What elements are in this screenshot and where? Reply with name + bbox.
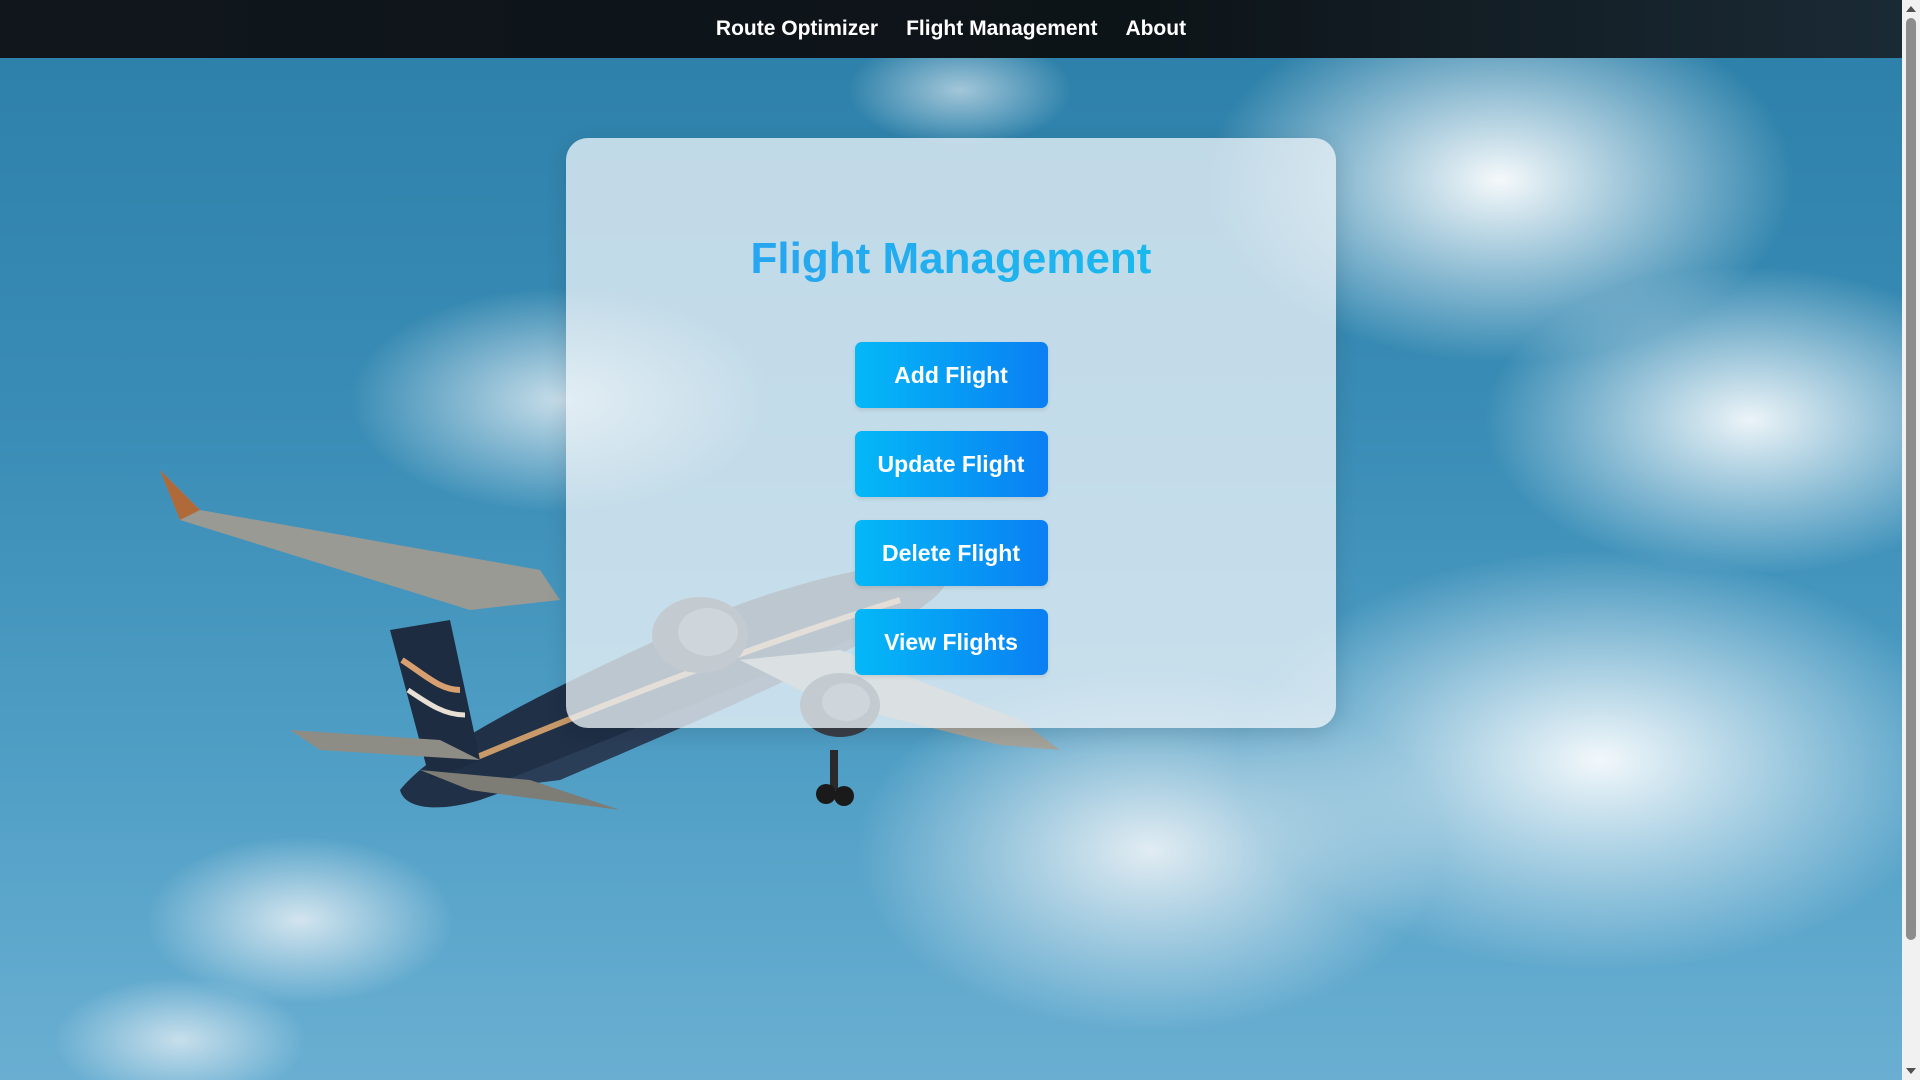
flight-management-card: Flight Management Add Flight Update Flig… [566, 138, 1336, 728]
action-buttons: Add Flight Update Flight Delete Flight V… [566, 342, 1336, 675]
scroll-up-arrow-icon[interactable] [1906, 6, 1916, 12]
nav-link-about[interactable]: About [1125, 17, 1186, 41]
scrollbar-thumb[interactable] [1906, 18, 1916, 940]
navbar: Route Optimizer Flight Management About [0, 0, 1902, 58]
vertical-scrollbar[interactable] [1902, 0, 1920, 1080]
delete-flight-button[interactable]: Delete Flight [854, 520, 1048, 586]
page: Route Optimizer Flight Management About … [0, 0, 1920, 1080]
add-flight-button[interactable]: Add Flight [854, 342, 1048, 408]
update-flight-button[interactable]: Update Flight [854, 431, 1048, 497]
scroll-down-arrow-icon[interactable] [1906, 1068, 1916, 1074]
page-title: Flight Management [566, 234, 1336, 284]
nav-link-route-optimizer[interactable]: Route Optimizer [716, 17, 878, 41]
view-flights-button[interactable]: View Flights [854, 609, 1048, 675]
nav-link-flight-management[interactable]: Flight Management [906, 17, 1097, 41]
